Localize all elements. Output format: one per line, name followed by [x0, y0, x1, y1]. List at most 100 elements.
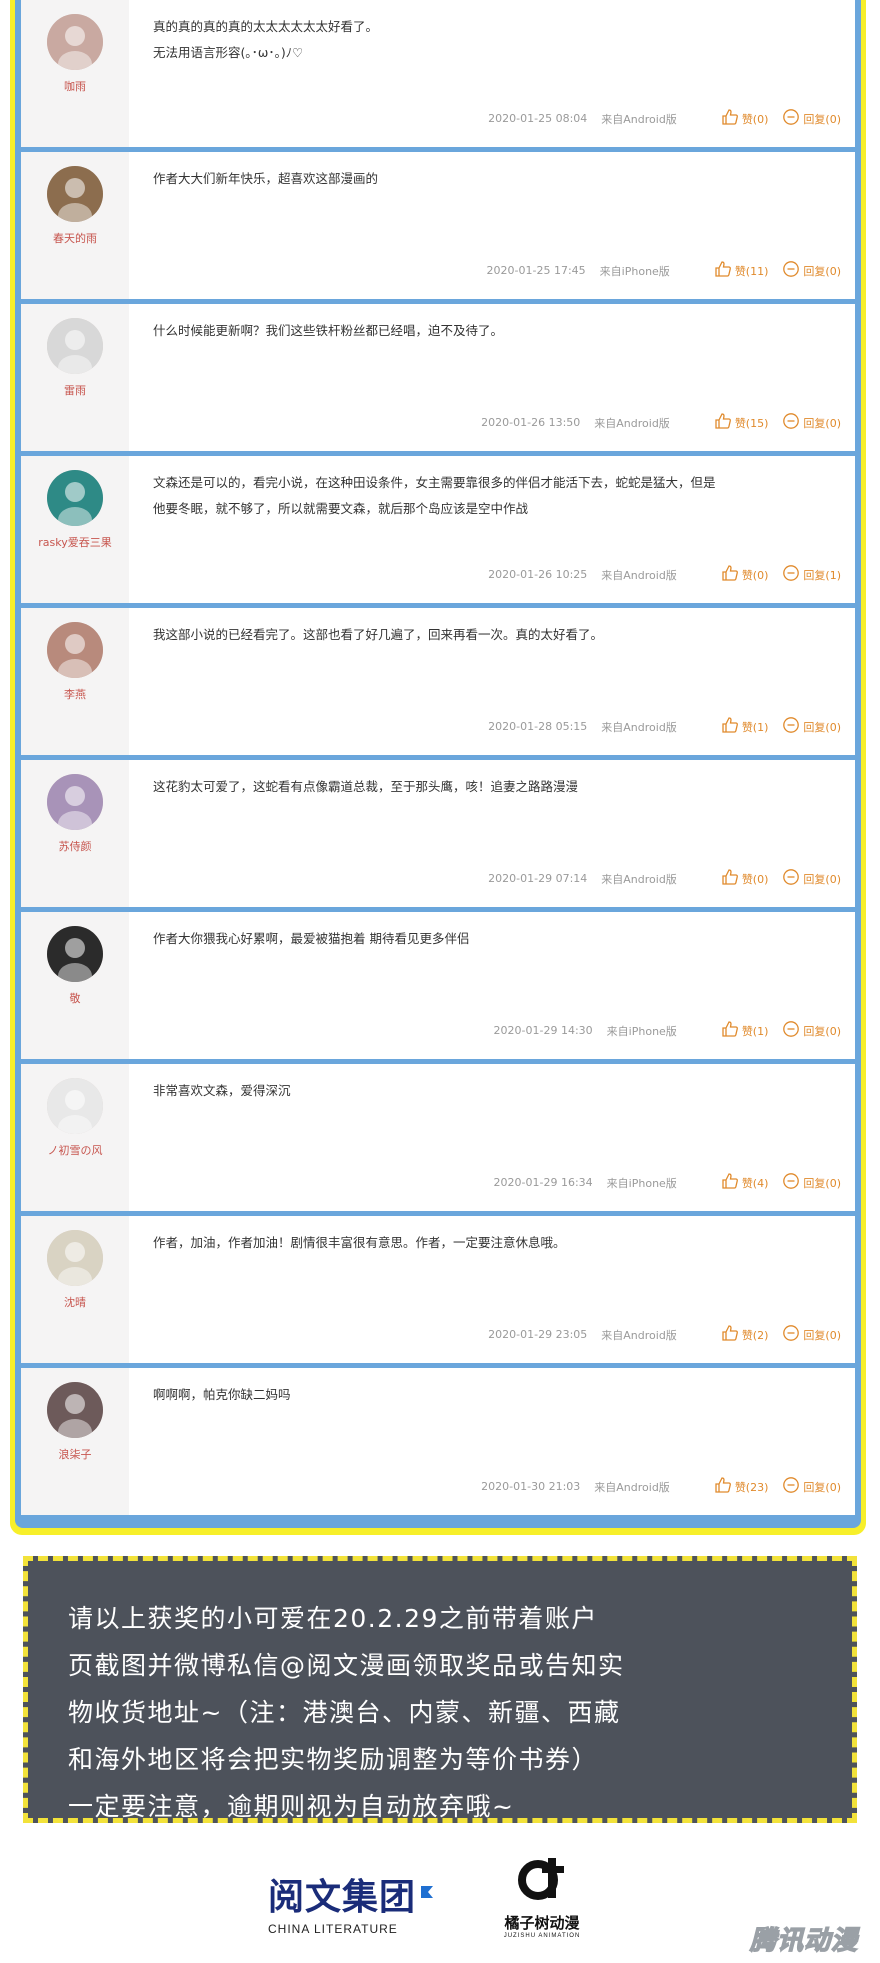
like-button[interactable]: 赞(15) [714, 412, 768, 433]
like-button[interactable]: 赞(0) [721, 564, 768, 585]
reply-count: 回复(0) [803, 1480, 841, 1494]
avatar[interactable] [47, 622, 103, 678]
avatar-portrait-icon [47, 774, 103, 830]
thumbs-up-icon [721, 1324, 742, 1345]
comment-time: 2020-01-26 10:25 [488, 568, 588, 581]
reply-button[interactable]: 回复(0) [782, 1476, 841, 1497]
reply-count: 回复(0) [803, 1328, 841, 1342]
comment-time: 2020-01-25 17:45 [486, 264, 586, 277]
avatar[interactable] [47, 1230, 103, 1286]
avatar[interactable] [47, 1382, 103, 1438]
like-button[interactable]: 赞(1) [721, 1020, 768, 1041]
avatar-portrait-icon [47, 470, 103, 526]
comment-meta: 2020-01-28 05:15 来自Android版 赞(1) 回复(0) [488, 716, 841, 737]
username-link[interactable]: 李燕 [64, 686, 86, 702]
username-link[interactable]: 敬 [70, 990, 81, 1006]
reply-button[interactable]: 回复(0) [782, 1020, 841, 1041]
comment-text: 作者大大们新年快乐，超喜欢这部漫画的 [153, 166, 837, 192]
juzishu-logo: 橘子树动漫 JUZISHU ANIMATION [487, 1850, 597, 1939]
comment-body: 我这部小说的已经看完了。这部也看了好几遍了，回来再看一次。真的太好看了。 202… [129, 608, 855, 755]
comment-user-column: 敬 [21, 912, 129, 1059]
comment-meta: 2020-01-29 14:30 来自iPhone版 赞(1) 回复(0) [494, 1020, 841, 1041]
comment-text-line: 文森还是可以的，看完小说，在这种田设条件，女主需要靠很多的伴侣才能活下去，蛇蛇是… [153, 475, 716, 490]
comment-item: ノ初雪の风 非常喜欢文森，爱得深沉 2020-01-29 16:34 来自iPh… [21, 1064, 855, 1211]
comment-list: 咖雨 真的真的真的真的太太太太太太好看了。 无法用语言形容(｡･ω･｡)ﾉ♡ 20… [21, 0, 855, 1515]
reply-button[interactable]: 回复(0) [782, 868, 841, 889]
notice-line: 请以上获奖的小可爱在20.2.29之前带着账户 [68, 1604, 598, 1633]
comment-meta: 2020-01-29 16:34 来自iPhone版 赞(4) 回复(0) [494, 1172, 841, 1193]
comment-text: 啊啊啊，帕克你缺二妈吗 [153, 1382, 837, 1408]
username-link[interactable]: 苏侍颜 [59, 838, 92, 854]
notice-line: 一定要注意，逾期则视为自动放弃哦~ [68, 1792, 515, 1821]
comment-text: 这花豹太可爱了，这蛇看有点像霸道总裁，至于那头鹰，咳！追妻之路路漫漫 [153, 774, 837, 800]
reply-icon [782, 1324, 803, 1345]
username-link[interactable]: 咖雨 [64, 78, 86, 94]
username-link[interactable]: rasky爱吞三果 [38, 534, 111, 550]
comment-text-line: 啊啊啊，帕克你缺二妈吗 [153, 1387, 291, 1402]
comment-text-line: 真的真的真的真的太太太太太太好看了。 [153, 19, 379, 34]
like-button[interactable]: 赞(2) [721, 1324, 768, 1345]
reply-icon [782, 564, 803, 585]
reply-button[interactable]: 回复(0) [782, 1324, 841, 1345]
reply-button[interactable]: 回复(0) [782, 260, 841, 281]
username-link[interactable]: ノ初雪の风 [48, 1142, 103, 1158]
juzishu-name: 橘子树动漫 [504, 1914, 580, 1932]
avatar[interactable] [47, 1078, 103, 1134]
like-button[interactable]: 赞(4) [721, 1172, 768, 1193]
comment-body: 非常喜欢文森，爱得深沉 2020-01-29 16:34 来自iPhone版 赞… [129, 1064, 855, 1211]
reply-count: 回复(0) [803, 416, 841, 430]
reply-button[interactable]: 回复(0) [782, 716, 841, 737]
reply-icon [782, 716, 803, 737]
avatar[interactable] [47, 318, 103, 374]
comment-source: 来自Android版 [601, 568, 677, 582]
comment-time: 2020-01-30 21:03 [481, 1480, 581, 1493]
comment-body: 作者大你猥我心好累啊，最爱被猫抱着 期待看见更多伴侣 2020-01-29 14… [129, 912, 855, 1059]
thumbs-up-icon [714, 260, 735, 281]
avatar[interactable] [47, 774, 103, 830]
like-button[interactable]: 赞(0) [721, 868, 768, 889]
username-link[interactable]: 雷雨 [64, 382, 86, 398]
thumbs-up-icon [721, 1172, 742, 1193]
avatar[interactable] [47, 470, 103, 526]
reply-icon [782, 868, 803, 889]
comment-source: 来自Android版 [601, 112, 677, 126]
like-button[interactable]: 赞(1) [721, 716, 768, 737]
comment-time: 2020-01-28 05:15 [488, 720, 588, 733]
avatar[interactable] [47, 14, 103, 70]
like-button[interactable]: 赞(0) [721, 108, 768, 129]
comment-meta: 2020-01-30 21:03 来自Android版 赞(23) 回复(0) [481, 1476, 841, 1497]
notice-line: 页截图并微博私信@阅文漫画领取奖品或告知实 [68, 1651, 625, 1680]
comment-text: 非常喜欢文森，爱得深沉 [153, 1078, 837, 1104]
comment-source: 来自iPhone版 [606, 1176, 677, 1190]
comment-user-column: 沈晴 [21, 1216, 129, 1363]
username-link[interactable]: 春天的雨 [53, 230, 97, 246]
reply-button[interactable]: 回复(1) [782, 564, 841, 585]
comment-user-column: 李燕 [21, 608, 129, 755]
username-link[interactable]: 浪柒子 [59, 1446, 92, 1462]
comment-text-line: 作者，加油，作者加油！剧情很丰富很有意思。作者，一定要注意休息哦。 [153, 1235, 566, 1250]
reply-count: 回复(0) [803, 264, 841, 278]
avatar[interactable] [47, 926, 103, 982]
reply-button[interactable]: 回复(0) [782, 108, 841, 129]
comment-text-line: 我这部小说的已经看完了。这部也看了好几遍了，回来再看一次。真的太好看了。 [153, 627, 604, 642]
flag-icon [421, 1886, 434, 1898]
reply-button[interactable]: 回复(0) [782, 412, 841, 433]
china-literature-en: CHINA LITERATURE [268, 1922, 398, 1936]
avatar-portrait-icon [47, 1230, 103, 1286]
comment-time: 2020-01-29 07:14 [488, 872, 588, 885]
thumbs-up-icon [721, 716, 742, 737]
comment-text-line: 作者大你猥我心好累啊，最爱被猫抱着 期待看见更多伴侣 [153, 931, 470, 946]
comment-item: 李燕 我这部小说的已经看完了。这部也看了好几遍了，回来再看一次。真的太好看了。 … [21, 608, 855, 755]
avatar[interactable] [47, 166, 103, 222]
comment-text-line: 他要冬眠，就不够了，所以就需要文森，就后那个岛应该是空中作战 [153, 501, 529, 516]
comment-meta: 2020-01-25 17:45 来自iPhone版 赞(11) 回复(0) [487, 260, 841, 281]
reply-button[interactable]: 回复(0) [782, 1172, 841, 1193]
comment-time: 2020-01-29 16:34 [493, 1176, 593, 1189]
like-button[interactable]: 赞(11) [714, 260, 768, 281]
like-button[interactable]: 赞(23) [714, 1476, 768, 1497]
reply-icon [782, 108, 803, 129]
comment-text: 我这部小说的已经看完了。这部也看了好几遍了，回来再看一次。真的太好看了。 [153, 622, 837, 648]
comment-user-column: 雷雨 [21, 304, 129, 451]
avatar-portrait-icon [47, 318, 103, 374]
username-link[interactable]: 沈晴 [64, 1294, 86, 1310]
